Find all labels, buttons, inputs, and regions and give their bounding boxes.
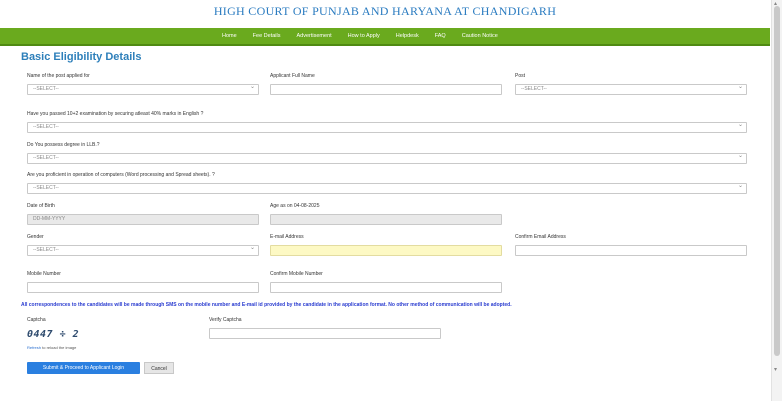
post-applied-select[interactable]: --SELECT-- bbox=[27, 83, 259, 95]
scroll-down-icon[interactable]: ▾ bbox=[774, 366, 777, 373]
age-field bbox=[270, 214, 502, 225]
email-input[interactable] bbox=[270, 245, 502, 256]
nav-fee-details[interactable]: Fee Details bbox=[253, 33, 281, 39]
captcha-label: Captcha bbox=[27, 317, 46, 323]
english-marks-label: Have you passed 10+2 examination by secu… bbox=[27, 111, 204, 117]
refresh-captcha-text: Refresh to reload the image bbox=[27, 345, 76, 350]
full-name-label: Applicant Full Name bbox=[270, 73, 315, 79]
confirm-mobile-input[interactable] bbox=[270, 282, 502, 293]
llb-degree-select[interactable]: --SELECT-- bbox=[27, 152, 747, 164]
form-section-title: Basic Eligibility Details bbox=[21, 51, 142, 63]
gender-label: Gender bbox=[27, 234, 44, 240]
verify-captcha-input[interactable] bbox=[209, 328, 441, 339]
nav-home[interactable]: Home bbox=[222, 33, 237, 39]
nav-advertisement[interactable]: Advertisement bbox=[297, 33, 332, 39]
post-applied-label: Name of the post applied for bbox=[27, 73, 90, 79]
post-select[interactable]: --SELECT-- bbox=[515, 83, 747, 95]
mobile-label: Mobile Number bbox=[27, 271, 61, 277]
captcha-image: 0447 ÷ 2 bbox=[27, 329, 80, 340]
communication-notice: All correspondences to the candidates wi… bbox=[21, 302, 512, 308]
nav-faq[interactable]: FAQ bbox=[435, 33, 446, 39]
english-marks-select[interactable]: --SELECT-- bbox=[27, 121, 747, 133]
page-scrollbar[interactable]: ▴ ▾ bbox=[771, 0, 782, 401]
computer-proficiency-label: Are you proficient in operation of compu… bbox=[27, 172, 215, 178]
nav-caution-notice[interactable]: Caution Notice bbox=[462, 33, 498, 39]
nav-helpdesk[interactable]: Helpdesk bbox=[396, 33, 419, 39]
refresh-captcha-hint: to reload the image bbox=[41, 345, 77, 350]
scroll-thumb[interactable] bbox=[774, 6, 780, 356]
age-label: Age as on 04-08-2025 bbox=[270, 203, 320, 209]
refresh-captcha-link[interactable]: Refresh bbox=[27, 345, 41, 350]
page-header-title: HIGH COURT OF PUNJAB AND HARYANA AT CHAN… bbox=[213, 4, 557, 18]
llb-degree-label: Do You possess degree in LLB.? bbox=[27, 142, 100, 148]
cancel-button[interactable]: Cancel bbox=[144, 362, 174, 374]
confirm-email-input[interactable] bbox=[515, 245, 747, 256]
gender-select[interactable]: --SELECT-- bbox=[27, 244, 259, 256]
mobile-input[interactable] bbox=[27, 282, 259, 293]
main-navbar: Home Fee Details Advertisement How to Ap… bbox=[0, 28, 770, 46]
full-name-input[interactable] bbox=[270, 84, 502, 95]
computer-proficiency-select[interactable]: --SELECT-- bbox=[27, 182, 747, 194]
dob-input[interactable]: DD-MM-YYYY bbox=[27, 214, 259, 225]
confirm-email-label: Confirm Email Address bbox=[515, 234, 566, 240]
confirm-mobile-label: Confirm Mobile Number bbox=[270, 271, 323, 277]
verify-captcha-label: Verify Captcha bbox=[209, 317, 242, 323]
submit-button[interactable]: Submit & Proceed to Applicant Login bbox=[27, 362, 140, 374]
post-label: Post bbox=[515, 73, 526, 79]
email-label: E-mail Address bbox=[270, 234, 304, 240]
dob-label: Date of Birth bbox=[27, 203, 55, 209]
nav-how-to-apply[interactable]: How to Apply bbox=[348, 33, 380, 39]
